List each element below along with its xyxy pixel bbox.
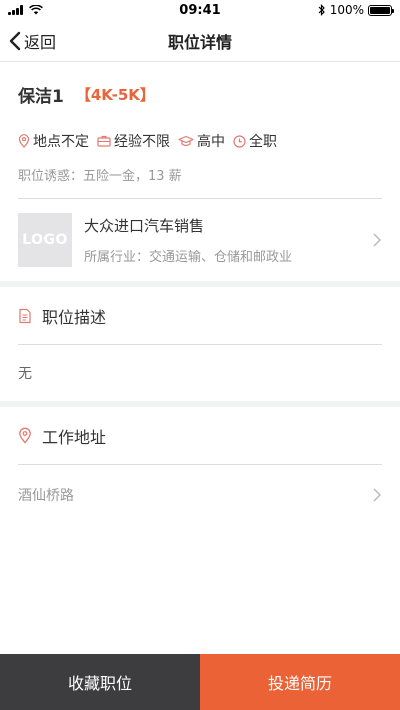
cellular-signal-icon (8, 5, 23, 15)
status-left (8, 5, 43, 15)
battery-level (370, 6, 390, 14)
company-info: 大众进口汽车销售 所属行业：交通运输、仓储和邮政业 (84, 215, 360, 265)
back-button[interactable]: 返回 (0, 29, 56, 53)
chevron-right-icon (373, 233, 382, 247)
tag-education: 高中 (178, 131, 225, 151)
bluetooth-icon (318, 4, 325, 16)
battery-icon (368, 4, 394, 16)
job-tags: 地点不定 经验不限 高中 全职 (18, 131, 382, 151)
company-name: 大众进口汽车销售 (84, 217, 205, 235)
apply-resume-button[interactable]: 投递简历 (200, 654, 400, 710)
chevron-right-icon (373, 488, 382, 502)
status-bar: 09:41 100% (0, 0, 400, 20)
tag-type: 全职 (233, 131, 277, 151)
graduation-cap-icon (178, 135, 194, 147)
back-label: 返回 (24, 32, 57, 52)
wifi-icon (29, 5, 43, 15)
tag-label: 全职 (249, 134, 277, 150)
job-header: 保洁1 【4K-5K】 (18, 62, 382, 107)
description-section: 职位描述 无 (0, 287, 400, 401)
tag-experience: 经验不限 (97, 131, 170, 151)
company-industry: 所属行业：交通运输、仓储和邮政业 (84, 250, 293, 265)
status-right: 100% (318, 3, 394, 17)
address-row[interactable]: 酒仙桥路 (0, 465, 400, 525)
location-pin-icon (18, 134, 30, 148)
address-value: 酒仙桥路 (18, 488, 74, 504)
location-pin-icon (19, 427, 31, 444)
page-title: 职位详情 (167, 32, 232, 52)
tag-label: 经验不限 (114, 134, 170, 150)
chevron-left-icon (9, 31, 21, 50)
nav-bar: 返回 职位详情 (0, 20, 400, 62)
description-title: 职位描述 (42, 307, 107, 327)
favorite-job-button[interactable]: 收藏职位 (0, 654, 200, 710)
address-section: 工作地址 酒仙桥路 (0, 407, 400, 689)
company-logo: LOGO (18, 213, 72, 267)
tag-label: 地点不定 (33, 134, 89, 150)
document-icon (19, 308, 31, 323)
tag-location: 地点不定 (18, 131, 89, 151)
clock-icon (233, 134, 246, 148)
job-salary: 【4K-5K】 (75, 86, 155, 104)
description-content: 无 (18, 366, 32, 382)
job-perk: 职位诱惑：五险一金，13 薪 (18, 165, 382, 199)
job-summary-card: 保洁1 【4K-5K】 地点不定 经验不限 高中 全职 职位诱惑：五险一金，13… (0, 62, 400, 281)
company-row[interactable]: LOGO 大众进口汽车销售 所属行业：交通运输、仓储和邮政业 (18, 199, 382, 281)
bottom-action-bar: 收藏职位 投递简历 (0, 654, 400, 710)
address-title: 工作地址 (42, 427, 107, 447)
description-header: 职位描述 (18, 287, 382, 345)
job-title: 保洁1 (18, 87, 64, 107)
address-header: 工作地址 (18, 407, 382, 465)
battery-percent: 100% (329, 3, 364, 17)
briefcase-icon (97, 135, 111, 147)
tag-label: 高中 (197, 134, 225, 150)
